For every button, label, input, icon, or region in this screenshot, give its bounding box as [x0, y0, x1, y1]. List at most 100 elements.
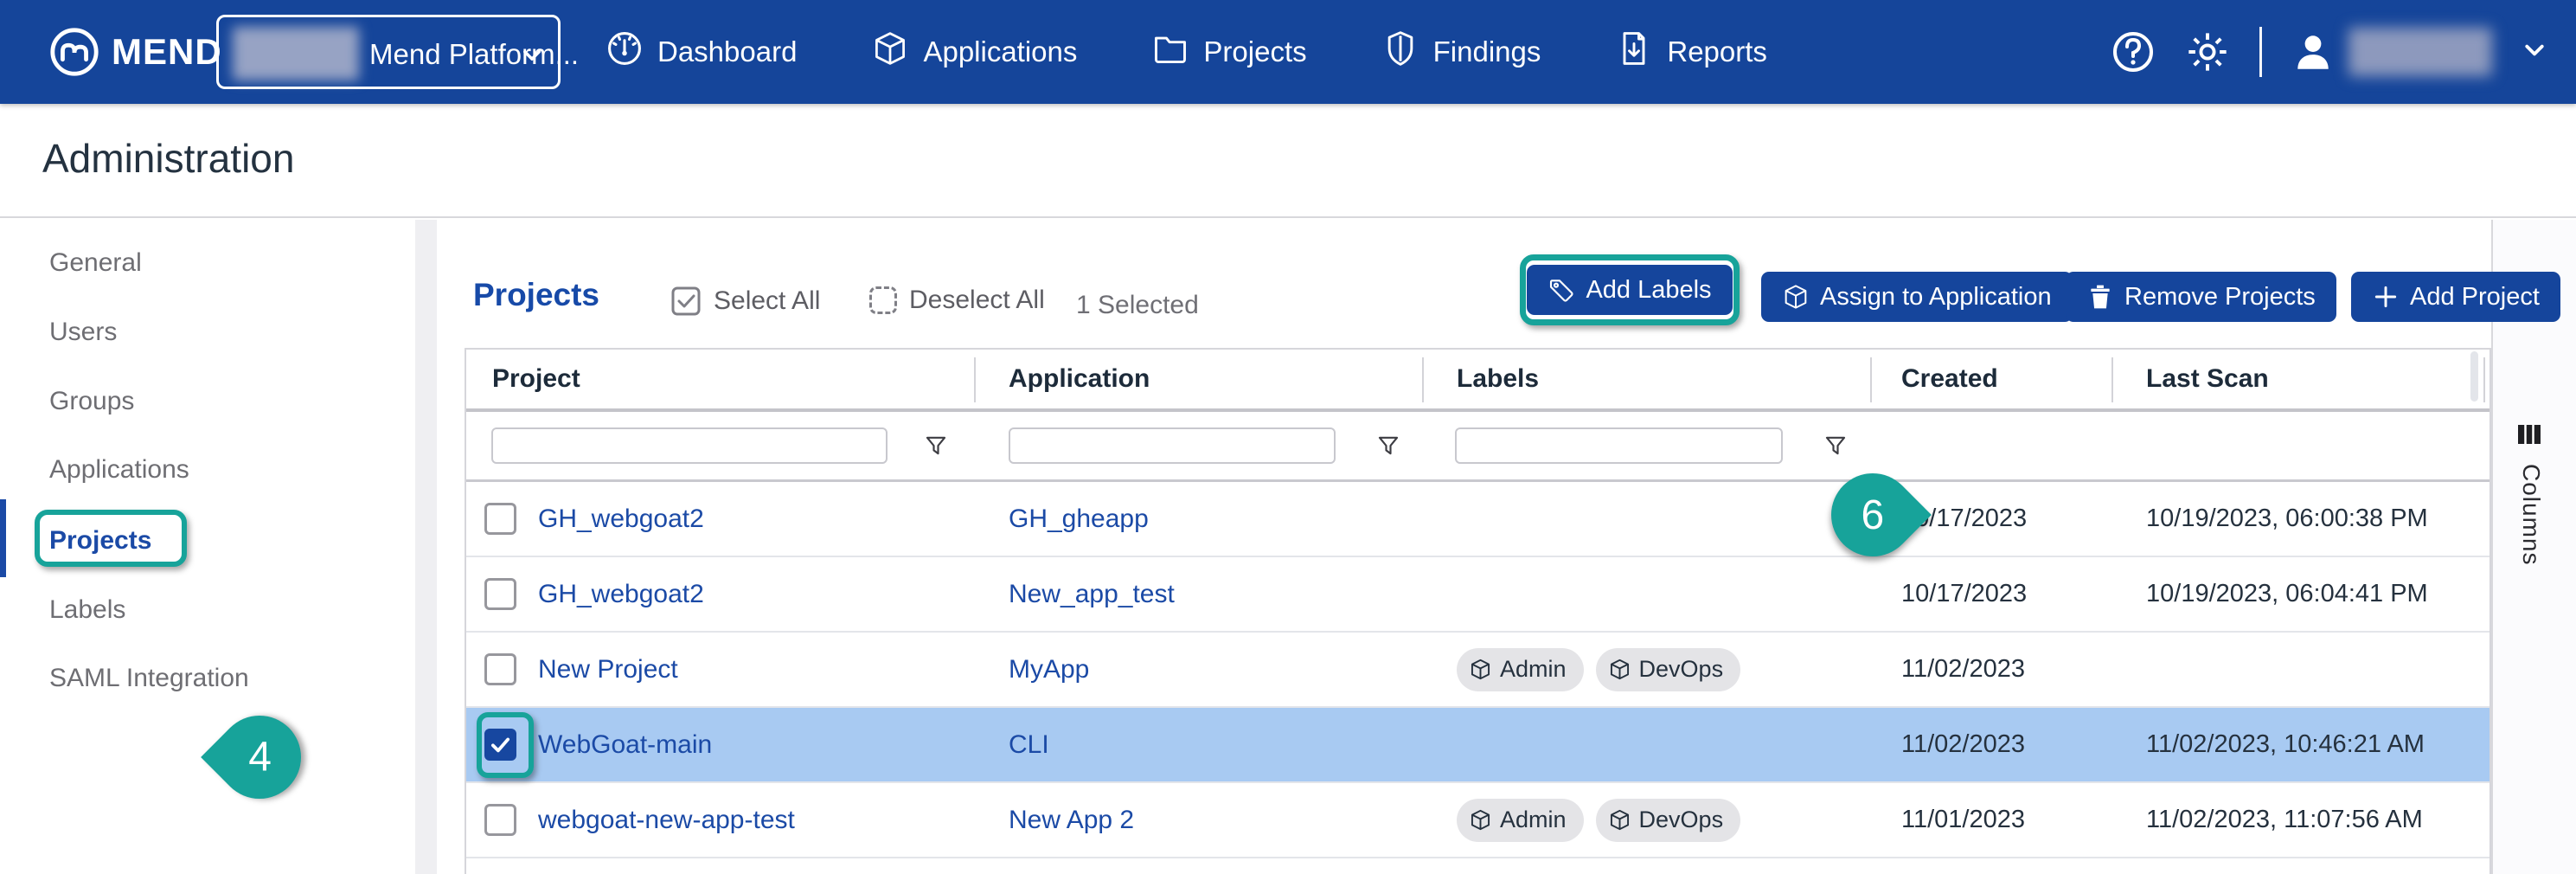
mend-logo[interactable]: MEND: [48, 25, 222, 79]
column-separator: [2483, 357, 2485, 402]
deselect-all-label: Deselect All: [909, 286, 1045, 315]
created-date: 11/02/2023: [1901, 708, 2025, 781]
select-all-checkbox-icon: [670, 286, 702, 317]
sidebar-item-labels[interactable]: Labels: [49, 593, 125, 627]
label-cube-icon: [1469, 808, 1492, 832]
nav-item-applications[interactable]: Applications: [871, 29, 1077, 74]
labels-filter-input[interactable]: [1455, 427, 1783, 464]
column-header-project[interactable]: Project: [492, 364, 580, 394]
sidebar-item-label: General: [49, 248, 142, 278]
button-label: Assign to Application: [1820, 283, 2052, 312]
column-header-labels[interactable]: Labels: [1457, 364, 1539, 394]
assign-to-application-button[interactable]: Assign to Application: [1761, 272, 2073, 322]
project-link[interactable]: GH_webgoat2: [538, 482, 704, 556]
column-header-last-scan[interactable]: Last Scan: [2146, 364, 2269, 394]
table-row-gh-webgoat2[interactable]: GH_webgoat2New_app_test10/17/202310/19/2…: [466, 557, 2489, 633]
page-header: Administration: [0, 104, 2576, 218]
columns-panel-label: Columns: [2517, 464, 2545, 565]
navbar-right-cluster: [2111, 0, 2547, 104]
step-annotation-box-checkbox: [477, 712, 534, 778]
row-checkbox[interactable]: [484, 804, 516, 836]
project-link[interactable]: GH_webgoat2: [538, 557, 704, 631]
step-marker-4: 4: [201, 698, 318, 816]
main-navigation: Dashboard Applications Projects Findings Rep…: [606, 0, 1767, 104]
deselect-all-icon: [869, 286, 897, 314]
user-menu[interactable]: [2291, 28, 2492, 76]
chevron-down-icon: [520, 43, 544, 67]
button-label: Add Labels: [1586, 276, 1711, 305]
vertical-scrollbar[interactable]: [2470, 351, 2478, 402]
brand-wordmark: MEND: [112, 31, 222, 73]
user-chevron-down-icon[interactable]: [2522, 37, 2547, 67]
active-item-indicator: [0, 499, 6, 577]
project-filter-input[interactable]: [491, 427, 888, 464]
application-link[interactable]: MyApp: [1009, 633, 1089, 706]
sidebar-item-groups[interactable]: Groups: [49, 384, 134, 419]
application-link[interactable]: New_app_test: [1009, 557, 1175, 631]
section-title: Projects: [473, 277, 599, 313]
nav-item-projects[interactable]: Projects: [1151, 29, 1306, 74]
columns-icon: [2515, 421, 2543, 448]
row-checkbox[interactable]: [484, 578, 516, 610]
nav-item-reports[interactable]: Reports: [1615, 29, 1767, 74]
label-chip: Admin: [1457, 648, 1584, 691]
column-separator: [1422, 357, 1424, 402]
nav-item-dashboard[interactable]: Dashboard: [606, 29, 797, 74]
project-link[interactable]: New Project: [538, 633, 678, 706]
help-icon[interactable]: [2111, 29, 2156, 74]
application-link[interactable]: CLI: [1009, 708, 1049, 781]
projects-table: Project Application Labels Created Last Scan…: [465, 348, 2491, 874]
last-scan-date: 10/19/2023, 06:00:38 PM: [2146, 482, 2428, 556]
folder-icon: [1151, 29, 1189, 74]
nav-item-label: Reports: [1667, 35, 1767, 68]
sidebar-item-label: Applications: [49, 455, 189, 485]
project-link[interactable]: webgoat-new-app-test: [538, 783, 795, 857]
row-checkbox[interactable]: [484, 653, 516, 685]
label-chip-text: DevOps: [1639, 807, 1724, 833]
labels-cell: Admin DevOps: [1457, 783, 1740, 857]
table-row-webgoat-new-app-test[interactable]: webgoat-new-app-test New App 2 Admin DevOps…: [466, 783, 2489, 858]
label-chip-text: Admin: [1500, 807, 1567, 833]
deselect-all-button[interactable]: Deselect All: [869, 286, 1045, 315]
org-selector-label: Mend Platform...: [369, 38, 579, 71]
button-label: Remove Projects: [2124, 283, 2316, 312]
nav-item-findings[interactable]: Findings: [1381, 29, 1541, 74]
project-link[interactable]: WebGoat-main: [538, 708, 712, 781]
labels-filter-funnel-icon[interactable]: [1823, 433, 1849, 459]
sidebar-item-general[interactable]: General: [49, 246, 142, 280]
application-filter-funnel-icon[interactable]: [1375, 433, 1401, 459]
sidebar-item-projects[interactable]: Projects: [49, 524, 151, 558]
column-separator: [2111, 357, 2113, 402]
table-row-new-project[interactable]: New Project MyApp Admin DevOps 11/02/2023: [466, 633, 2489, 708]
project-filter-funnel-icon[interactable]: [923, 433, 949, 459]
application-filter-input[interactable]: [1009, 427, 1336, 464]
tag-icon: [1548, 276, 1575, 304]
row-checkbox[interactable]: [484, 503, 516, 535]
button-label: Add Project: [2410, 283, 2540, 312]
column-separator: [974, 357, 976, 402]
add-labels-button[interactable]: Add Labels: [1527, 265, 1732, 315]
table-row-webgoat-main[interactable]: WebGoat-mainCLI11/02/202311/02/2023, 10:…: [466, 708, 2489, 783]
remove-projects-button[interactable]: Remove Projects: [2066, 272, 2336, 322]
table-row-gh-webgoat2[interactable]: GH_webgoat2GH_gheapp10/17/202310/19/2023…: [466, 482, 2489, 557]
cube-icon: [1782, 283, 1810, 311]
column-header-application[interactable]: Application: [1009, 364, 1150, 394]
label-chip-text: DevOps: [1639, 656, 1724, 683]
label-chip-text: Admin: [1500, 656, 1567, 683]
sidebar-item-users[interactable]: Users: [49, 315, 117, 350]
sidebar-item-applications[interactable]: Applications: [49, 453, 189, 487]
add-project-button[interactable]: Add Project: [2351, 272, 2560, 322]
mend-administration-page: MEND Mend Platform... Dashboard Applicati…: [0, 0, 2576, 874]
nav-item-label: Findings: [1433, 35, 1541, 68]
application-link[interactable]: New App 2: [1009, 783, 1134, 857]
org-selector-dropdown[interactable]: Mend Platform...: [216, 15, 561, 89]
created-date: 11/02/2023: [1901, 633, 2025, 706]
top-navbar: MEND Mend Platform... Dashboard Applicati…: [0, 0, 2576, 104]
select-all-button[interactable]: Select All: [670, 286, 820, 317]
settings-gear-icon[interactable]: [2185, 29, 2230, 74]
column-header-created[interactable]: Created: [1901, 364, 1998, 394]
mend-logo-icon: [48, 25, 101, 79]
application-link[interactable]: GH_gheapp: [1009, 482, 1149, 556]
content-area: 4 General Users Groups Applications Projects…: [0, 220, 2576, 874]
sidebar-item-saml-integration[interactable]: SAML Integration: [49, 661, 249, 696]
